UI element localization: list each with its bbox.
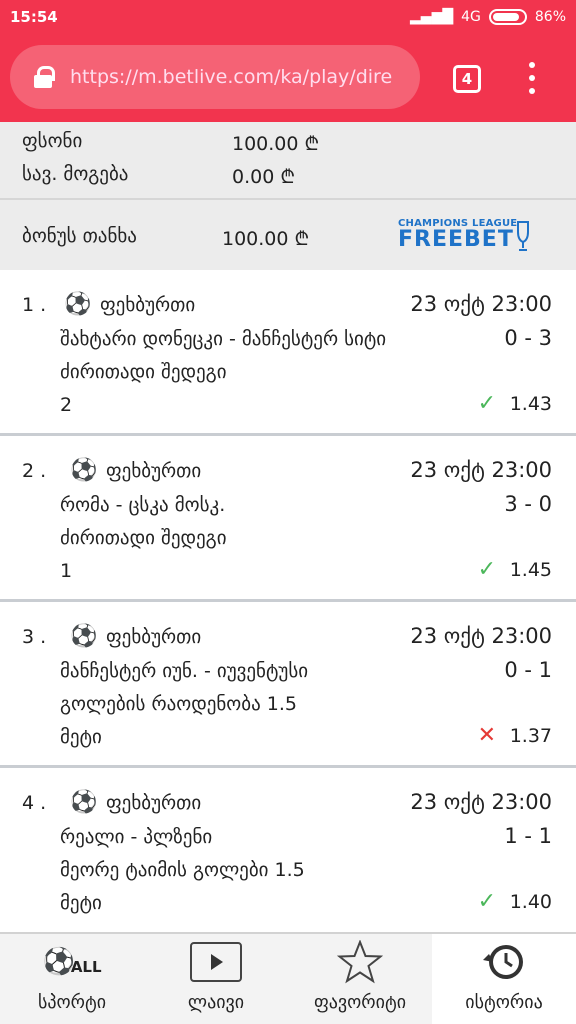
address-bar[interactable]: https://m.betlive.com/ka/play/dire <box>10 45 420 109</box>
network-type: 4G <box>461 9 481 25</box>
nav-item-sports[interactable]: ⚽ ALL სპორტი <box>0 934 144 1024</box>
status-time: 15:54 <box>10 8 58 26</box>
stake-label: ფსონი <box>22 130 83 152</box>
bet-item[interactable]: 3 . ⚽ ფეხბურთი 23 ოქტ 23:00 მანჩესტერ იუ… <box>0 602 576 768</box>
match-date: 23 ოქტ 23:00 <box>410 292 552 316</box>
check-icon: ✓ <box>477 889 496 914</box>
bet-number: 1 . <box>22 294 47 316</box>
tab-switcher-button[interactable]: 4 <box>453 65 481 93</box>
freebet-big-text: FREEBET <box>398 227 514 252</box>
match-score: 0 - 3 <box>504 326 552 350</box>
all-badge: ALL <box>70 958 102 976</box>
match-teams: შახტარი დონეცკი - მანჩესტერ სიტი <box>60 328 387 350</box>
lock-icon <box>34 66 55 88</box>
match-teams: რომა - ცსკა მოსკ. <box>60 494 226 516</box>
overflow-menu-icon[interactable] <box>522 62 542 94</box>
bet-pick: 2 <box>60 394 73 416</box>
sport-name: ფეხბურთი <box>106 792 202 814</box>
bet-odd: 1.40 <box>509 891 552 913</box>
play-icon <box>190 942 242 982</box>
signal-icon: ▂▄▆█ <box>410 9 454 25</box>
battery-level: 86% <box>534 9 566 25</box>
bet-pick: 1 <box>60 560 73 582</box>
bet-summary: ფსონი 100.00 ₾ სავ. მოგება 0.00 ₾ ბონუს … <box>0 122 576 270</box>
match-score: 0 - 1 <box>504 658 552 682</box>
sport-name: ფეხბურთი <box>100 294 196 316</box>
bonus-value: 100.00 ₾ <box>222 228 310 250</box>
nav-label: ლაივი <box>187 992 245 1013</box>
stake-value: 100.00 ₾ <box>232 133 320 155</box>
potential-win-label: სავ. მოგება <box>22 163 129 185</box>
bet-item[interactable]: 4 . ⚽ ფეხბურთი 23 ოქტ 23:00 რეალი - პლზე… <box>0 768 576 934</box>
stake-row: ფსონი 100.00 ₾ <box>22 130 319 156</box>
match-teams: მანჩესტერ იუნ. - იუვენტუსი <box>60 660 309 682</box>
cross-icon: ✕ <box>477 723 496 748</box>
bet-odd: 1.45 <box>509 559 552 581</box>
trophy-icon <box>517 221 529 251</box>
bet-number: 3 . <box>22 626 47 648</box>
match-score: 1 - 1 <box>504 824 552 848</box>
potential-win-value: 0.00 ₾ <box>232 166 295 188</box>
match-date: 23 ოქტ 23:00 <box>410 624 552 648</box>
bet-market: მეორე ტაიმის გოლები 1.5 <box>60 859 305 881</box>
bottom-navigation: ⚽ ALL სპორტი ლაივი ფავორიტი ისტორია <box>0 932 576 1024</box>
nav-item-favorites[interactable]: ფავორიტი <box>288 934 432 1024</box>
match-date: 23 ოქტ 23:00 <box>410 458 552 482</box>
sports-icon: ⚽ ALL <box>42 947 102 977</box>
bet-item[interactable]: 2 . ⚽ ფეხბურთი 23 ოქტ 23:00 რომა - ცსკა … <box>0 436 576 602</box>
bet-odd: 1.43 <box>509 393 552 415</box>
sport-name: ფეხბურთი <box>106 460 202 482</box>
bet-number: 4 . <box>22 792 47 814</box>
soccer-ball-icon: ⚽ <box>70 624 98 649</box>
battery-icon <box>488 9 527 25</box>
sport-name: ფეხბურთი <box>106 626 202 648</box>
check-icon: ✓ <box>477 557 496 582</box>
bet-number: 2 . <box>22 460 47 482</box>
potential-win-row: სავ. მოგება 0.00 ₾ <box>22 163 295 189</box>
soccer-ball-icon: ⚽ <box>70 790 98 815</box>
bet-market: ძირითადი შედეგი <box>60 361 227 383</box>
bet-market: გოლების რაოდენობა 1.5 <box>60 693 297 715</box>
bet-pick: მეტი <box>60 892 102 914</box>
soccer-ball-icon: ⚽ <box>64 292 92 317</box>
check-icon: ✓ <box>477 391 496 416</box>
bet-item[interactable]: 1 . ⚽ ფეხბურთი 23 ოქტ 23:00 შახტარი დონე… <box>0 270 576 436</box>
bonus-label: ბონუს თანხა <box>22 225 137 247</box>
nav-label: ისტორია <box>465 992 543 1013</box>
match-date: 23 ოქტ 23:00 <box>410 790 552 814</box>
nav-label: ფავორიტი <box>313 992 407 1013</box>
bonus-row: ბონუს თანხა 100.00 ₾ <box>22 225 309 251</box>
match-score: 3 - 0 <box>504 492 552 516</box>
nav-item-history[interactable]: ისტორია <box>432 934 576 1024</box>
browser-toolbar: https://m.betlive.com/ka/play/dire 4 <box>0 34 576 122</box>
url-text: https://m.betlive.com/ka/play/dire <box>70 66 393 88</box>
nav-label: სპორტი <box>37 992 107 1013</box>
bet-odd: 1.37 <box>509 725 552 747</box>
status-icons: ▂▄▆█ 4G 86% <box>410 9 566 25</box>
bet-pick: მეტი <box>60 726 102 748</box>
summary-divider <box>0 198 576 200</box>
history-icon <box>483 945 523 979</box>
freebet-logo: CHAMPIONS LEAGUE FREEBET <box>398 218 533 258</box>
status-bar: 15:54 ▂▄▆█ 4G 86% <box>0 0 576 34</box>
match-teams: რეალი - პლზენი <box>60 826 213 848</box>
bet-market: ძირითადი შედეგი <box>60 527 227 549</box>
soccer-ball-icon: ⚽ <box>70 458 98 483</box>
nav-item-live[interactable]: ლაივი <box>144 934 288 1024</box>
star-icon <box>337 940 383 984</box>
